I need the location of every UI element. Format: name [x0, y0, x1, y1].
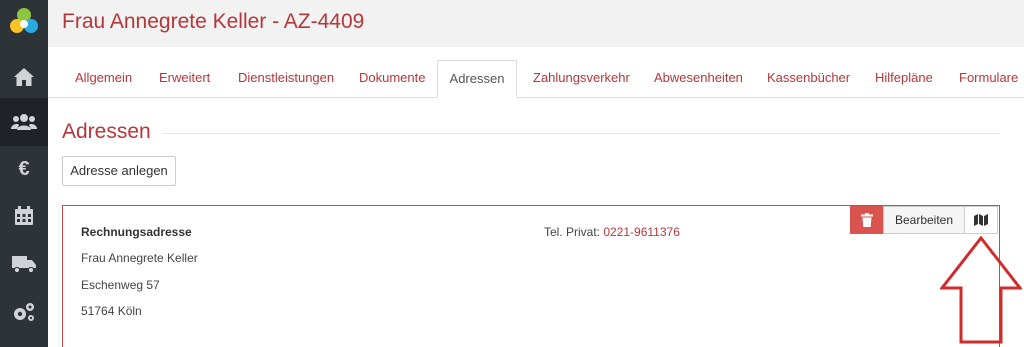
home-icon: [14, 68, 34, 86]
sidebar-item-transport[interactable]: [0, 240, 48, 288]
tab-hilfeplaene[interactable]: Hilfepläne: [875, 60, 933, 98]
phone-label: Tel. Privat:: [544, 225, 601, 239]
annotation-arrow-icon: [940, 236, 1022, 344]
add-address-button[interactable]: Adresse anlegen: [62, 156, 176, 186]
tab-dienstleistungen[interactable]: Dienstleistungen: [238, 60, 334, 98]
euro-icon: €: [18, 157, 30, 180]
tab-dokumente[interactable]: Dokumente: [359, 60, 425, 98]
address-card: Rechnungsadresse Frau Annegrete Keller E…: [62, 205, 1000, 347]
section-title: Adressen: [62, 120, 151, 143]
sidebar-item-users[interactable]: [0, 98, 48, 146]
users-icon: [11, 114, 37, 130]
page-title: Frau Annegrete Keller - AZ-4409: [62, 10, 365, 33]
calendar-icon: [15, 206, 33, 225]
section-divider: [162, 133, 1000, 134]
address-name: Frau Annegrete Keller: [81, 251, 198, 265]
map-button[interactable]: [965, 206, 998, 234]
edit-button[interactable]: Bearbeiten: [883, 206, 965, 234]
tab-zahlungsverkehr[interactable]: Zahlungsverkehr: [533, 60, 630, 98]
tab-allgemein[interactable]: Allgemein: [75, 60, 132, 98]
address-actions: Bearbeiten: [850, 206, 998, 234]
tab-kassenbuecher[interactable]: Kassenbücher: [767, 60, 850, 98]
sidebar: €: [0, 0, 48, 347]
app-logo[interactable]: [0, 0, 48, 47]
tab-erweitert[interactable]: Erweitert: [159, 60, 210, 98]
tab-abwesenheiten[interactable]: Abwesenheiten: [654, 60, 743, 98]
delete-button[interactable]: [850, 206, 883, 234]
phone-link[interactable]: 0221-9611376: [603, 225, 680, 239]
sidebar-item-settings[interactable]: [0, 288, 48, 336]
tab-formulare[interactable]: Formulare: [959, 60, 1018, 98]
address-street: Eschenweg 57: [81, 278, 160, 292]
address-city: 51764 Köln: [81, 304, 142, 318]
sidebar-item-home[interactable]: [0, 53, 48, 101]
map-icon: [974, 214, 988, 226]
sidebar-item-finance[interactable]: €: [0, 145, 48, 193]
page-header: Frau Annegrete Keller - AZ-4409: [48, 0, 1024, 47]
tab-bar: Allgemein Erweitert Dienstleistungen Dok…: [48, 60, 1024, 98]
address-type: Rechnungsadresse: [81, 225, 192, 239]
sidebar-item-calendar[interactable]: [0, 192, 48, 240]
truck-icon: [12, 256, 36, 273]
gears-icon: [14, 303, 34, 321]
phone-info: Tel. Privat: 0221-9611376: [544, 225, 680, 239]
tab-adressen[interactable]: Adressen: [437, 60, 517, 98]
trash-icon: [860, 213, 873, 227]
